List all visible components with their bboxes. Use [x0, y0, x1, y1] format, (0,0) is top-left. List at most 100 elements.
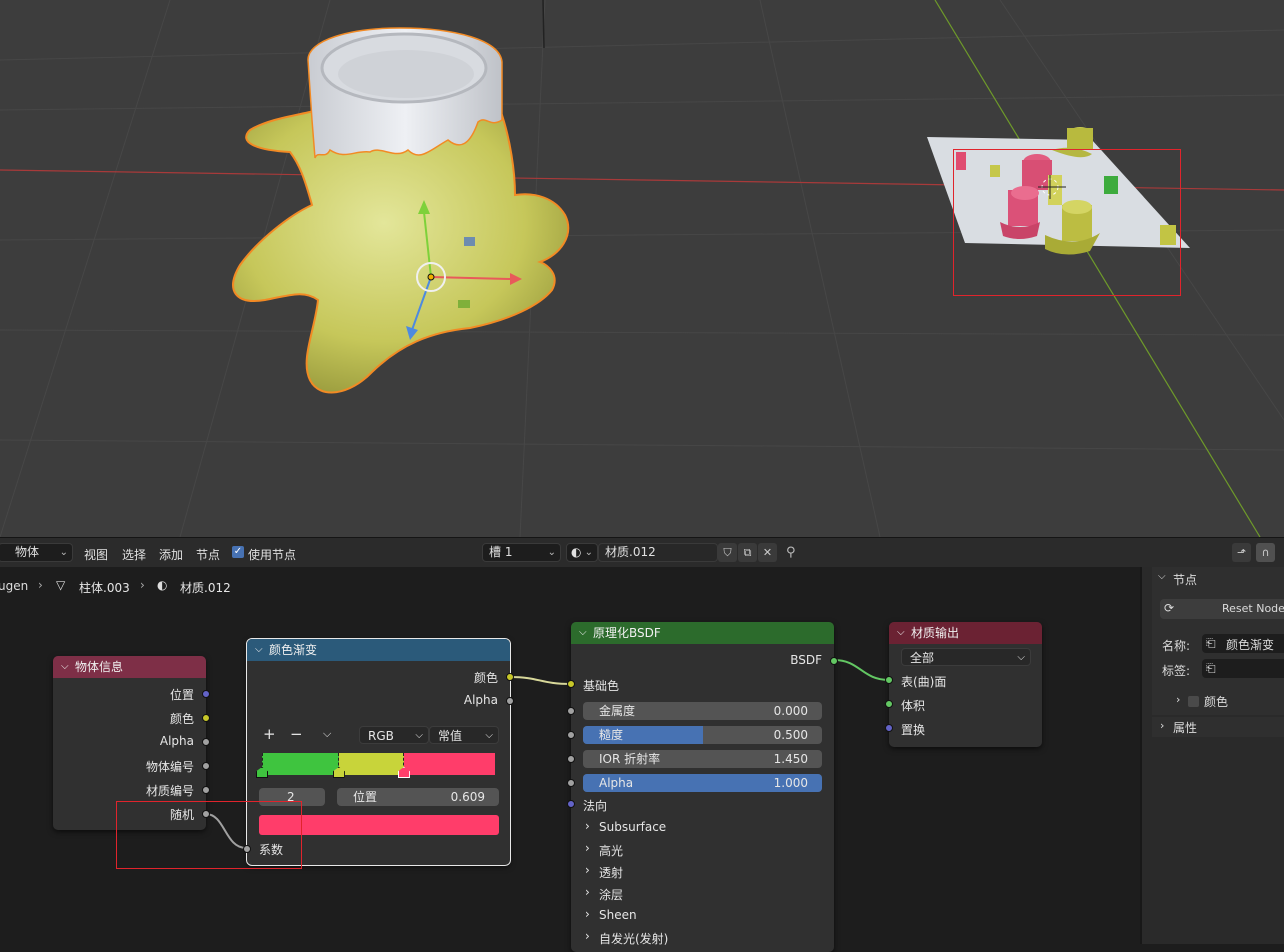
material-output-node[interactable]: ⌵ 材质输出 全部 ⌵ 表(曲)面 体积 置换	[885, 622, 1042, 747]
add-stop-button[interactable]: +	[263, 725, 276, 743]
stop-position-field[interactable]: 位置 0.609	[337, 788, 499, 806]
collapse-chevron-icon[interactable]: ⌵	[255, 639, 263, 661]
socket-material-index[interactable]	[202, 786, 210, 794]
chevron-down-icon: ⌄	[584, 547, 593, 558]
socket-color[interactable]	[202, 714, 210, 722]
bsdf-panel-toggle[interactable]: Sheen	[599, 908, 637, 922]
chevron-right-icon[interactable]: ›	[1176, 693, 1180, 706]
bsdf-field[interactable]: 糙度 0.500	[583, 726, 822, 744]
bsdf-panel-toggle[interactable]: 自发光(发射)	[599, 930, 668, 947]
socket-surface[interactable]	[885, 676, 893, 684]
use-nodes-checkbox[interactable]: ✓	[232, 546, 244, 558]
socket-base-color[interactable]	[567, 680, 575, 688]
socket-location[interactable]	[202, 690, 210, 698]
parent-node-tree-icon[interactable]: ⬏	[1232, 543, 1251, 562]
node-icon: ⎗	[1206, 661, 1216, 675]
ramp-menu-chevron-icon[interactable]: ⌵	[323, 727, 331, 741]
target-dropdown[interactable]: 全部 ⌵	[901, 648, 1031, 666]
unlink-close-icon[interactable]: ✕	[758, 543, 777, 562]
label-field[interactable]: ⎗	[1202, 659, 1284, 678]
duplicate-material-icon[interactable]: ⧉	[738, 543, 757, 562]
menu-node[interactable]: 节点	[196, 546, 220, 563]
highlight-box-scatter	[953, 149, 1181, 296]
bsdf-field-value: 1.450	[773, 752, 808, 766]
node-panel-title[interactable]: 节点	[1173, 571, 1197, 588]
chevron-right-icon[interactable]: ›	[585, 863, 590, 877]
material-output-header[interactable]: ⌵ 材质输出	[889, 622, 1042, 644]
pin-icon[interactable]: ⚲	[786, 545, 796, 560]
chevron-right-icon[interactable]: ›	[1160, 719, 1164, 732]
slot-dropdown[interactable]: 槽 1 ⌄	[482, 543, 561, 562]
bsdf-panel-toggle[interactable]: Subsurface	[599, 820, 666, 834]
editor-type-dropdown[interactable]: 物体 ⌄	[0, 543, 73, 562]
menu-add[interactable]: 添加	[159, 546, 183, 563]
fake-user-shield-icon[interactable]: ⛉	[718, 543, 737, 562]
menu-view[interactable]: 视图	[84, 546, 108, 563]
label-label: 标签:	[1162, 664, 1191, 678]
properties-panel-title[interactable]: 属性	[1173, 719, 1197, 736]
chevron-down-icon[interactable]: ⌵	[1158, 571, 1166, 582]
selected-stump-object	[232, 27, 570, 394]
bsdf-field-label: Alpha	[599, 776, 634, 790]
color-ramp-header[interactable]: ⌵ 颜色渐变	[247, 639, 510, 661]
collapse-chevron-icon[interactable]: ⌵	[897, 622, 905, 644]
material-browse-button[interactable]: ◐ ⌄	[566, 543, 598, 562]
use-nodes-label: 使用节点	[248, 548, 297, 562]
chevron-down-icon: ⌄	[59, 547, 68, 558]
snap-icon[interactable]: ∩	[1256, 543, 1275, 562]
chevron-right-icon[interactable]: ›	[585, 841, 590, 855]
node-sidebar: ⌵ 节点 ⟳ Reset Node 名称: ⎗ 颜色渐变 标签: ⎗ › 颜色 …	[1140, 567, 1284, 944]
bsdf-panel-toggle[interactable]: 涂层	[599, 886, 623, 903]
socket-bsdf-out[interactable]	[830, 657, 838, 665]
bsdf-field[interactable]: Alpha 1.000	[583, 774, 822, 792]
output-color: 颜色	[473, 671, 498, 685]
editor-type-label: 物体	[15, 545, 40, 559]
socket-alpha-out[interactable]	[506, 697, 514, 705]
output-color: 颜色	[169, 712, 194, 726]
interpolation-dropdown[interactable]: 常值 ⌵	[429, 726, 499, 744]
collapse-chevron-icon[interactable]: ⌵	[61, 656, 69, 678]
bsdf-field-socket[interactable]	[567, 731, 575, 739]
stop-position-value: 0.609	[450, 790, 485, 804]
bsdf-field-socket[interactable]	[567, 707, 575, 715]
name-label: 名称:	[1162, 639, 1191, 653]
highlight-box-random-link	[116, 801, 302, 869]
reset-icon: ⟳	[1164, 601, 1175, 615]
input-normal-label: 法向	[583, 799, 608, 813]
object-info-header[interactable]: ⌵ 物体信息	[53, 656, 206, 678]
chevron-right-icon[interactable]: ›	[585, 819, 590, 833]
object-info-title: 物体信息	[75, 660, 124, 674]
reset-node-button[interactable]: ⟳ Reset Node	[1160, 599, 1284, 619]
socket-normal[interactable]	[567, 800, 575, 808]
menu-select[interactable]: 选择	[122, 546, 146, 563]
socket-displacement[interactable]	[885, 724, 893, 732]
bsdf-panel-toggle[interactable]: 透射	[599, 864, 623, 881]
material-name-field[interactable]: 材质.012	[598, 543, 718, 562]
socket-volume[interactable]	[885, 700, 893, 708]
socket-color-out[interactable]	[506, 673, 514, 681]
bsdf-field-label: 金属度	[599, 704, 636, 718]
color-checkbox[interactable]	[1188, 696, 1199, 707]
chevron-right-icon[interactable]: ›	[585, 907, 590, 921]
bsdf-field-label: IOR 折射率	[599, 752, 661, 766]
bsdf-field[interactable]: 金属度 0.000	[583, 702, 822, 720]
collapse-chevron-icon[interactable]: ⌵	[579, 622, 587, 644]
color-ramp-gradient-bar[interactable]	[262, 753, 495, 775]
bsdf-field[interactable]: IOR 折射率 1.450	[583, 750, 822, 768]
chevron-right-icon[interactable]: ›	[585, 929, 590, 943]
socket-object-index[interactable]	[202, 762, 210, 770]
principled-bsdf-node[interactable]: ⌵ 原理化BSDF BSDF 基础色 金属度 0.000 糙度 0.500 IOR 折射…	[567, 622, 838, 952]
principled-bsdf-header[interactable]: ⌵ 原理化BSDF	[571, 622, 834, 644]
3d-viewport[interactable]	[0, 0, 1284, 537]
remove-stop-button[interactable]: −	[290, 725, 303, 743]
color-mode-dropdown[interactable]: RGB ⌵	[359, 726, 429, 744]
socket-alpha[interactable]	[202, 738, 210, 746]
node-editor-canvas[interactable]: ugen › ▽ 柱体.003 › ◐ 材质.012 ⌵ 物体信息 位置 颜色 …	[0, 567, 1140, 952]
name-field[interactable]: ⎗ 颜色渐变	[1202, 634, 1284, 653]
color-mode-value: RGB	[368, 729, 394, 743]
bsdf-field-socket[interactable]	[567, 779, 575, 787]
bsdf-field-socket[interactable]	[567, 755, 575, 763]
bsdf-panel-toggle[interactable]: 高光	[599, 842, 623, 859]
slot-label: 槽 1	[489, 545, 513, 559]
chevron-right-icon[interactable]: ›	[585, 885, 590, 899]
